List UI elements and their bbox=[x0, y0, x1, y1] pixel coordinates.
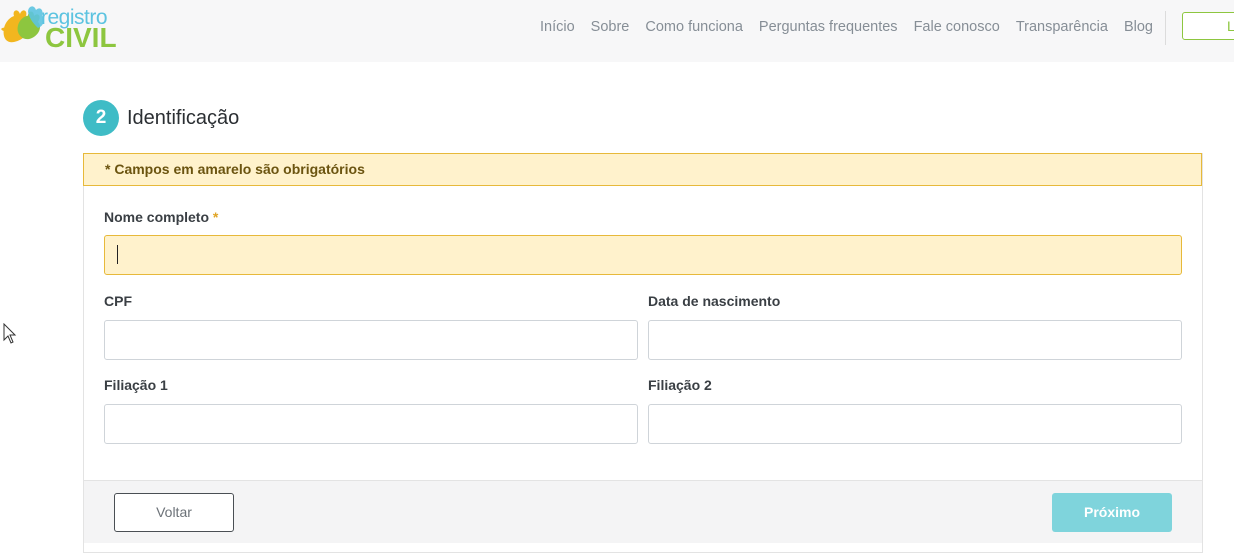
nav-link-blog[interactable]: Blog bbox=[1124, 19, 1153, 35]
nome-completo-label-text: Nome completo bbox=[104, 209, 210, 225]
required-asterisk: * bbox=[212, 209, 219, 225]
logo-text-civil: CIVIL bbox=[45, 22, 117, 53]
nav-divider bbox=[1165, 11, 1166, 45]
step-number-badge: 2 bbox=[83, 100, 119, 136]
nav-link-sobre[interactable]: Sobre bbox=[591, 19, 630, 35]
filiacao-2-input[interactable] bbox=[648, 404, 1182, 444]
nome-completo-label: Nome completo * bbox=[104, 208, 218, 226]
filiacao-2-label: Filiação 2 bbox=[648, 377, 712, 393]
data-nascimento-label: Data de nascimento bbox=[648, 293, 781, 309]
filiacao-1-input[interactable] bbox=[104, 404, 638, 444]
mouse-pointer-icon bbox=[3, 323, 17, 344]
nav-link-como-funciona[interactable]: Como funciona bbox=[645, 19, 743, 35]
main-nav: Início Sobre Como funciona Perguntas fre… bbox=[532, 0, 1161, 54]
back-button[interactable]: Voltar bbox=[114, 493, 234, 532]
cpf-input[interactable] bbox=[104, 320, 638, 360]
nav-link-transparencia[interactable]: Transparência bbox=[1016, 19, 1108, 35]
nome-completo-input[interactable] bbox=[104, 235, 1182, 275]
registro-civil-logo[interactable]: registro CIVIL bbox=[0, 2, 130, 52]
step-title: Identificação bbox=[127, 107, 240, 129]
next-button[interactable]: Próximo bbox=[1052, 493, 1172, 532]
login-button[interactable]: L bbox=[1182, 12, 1234, 40]
data-nascimento-input[interactable] bbox=[648, 320, 1182, 360]
site-header: registro CIVIL Início Sobre Como funcion… bbox=[0, 0, 1234, 62]
nav-link-fale-conosco[interactable]: Fale conosco bbox=[914, 19, 1000, 35]
cpf-label: CPF bbox=[104, 293, 132, 309]
text-caret bbox=[117, 245, 118, 264]
required-fields-notice: * Campos em amarelo são obrigatórios bbox=[83, 153, 1202, 186]
form-footer bbox=[84, 480, 1202, 543]
nav-link-inicio[interactable]: Início bbox=[540, 19, 575, 35]
filiacao-1-label: Filiação 1 bbox=[104, 377, 168, 393]
nav-link-perguntas-frequentes[interactable]: Perguntas frequentes bbox=[759, 19, 898, 35]
